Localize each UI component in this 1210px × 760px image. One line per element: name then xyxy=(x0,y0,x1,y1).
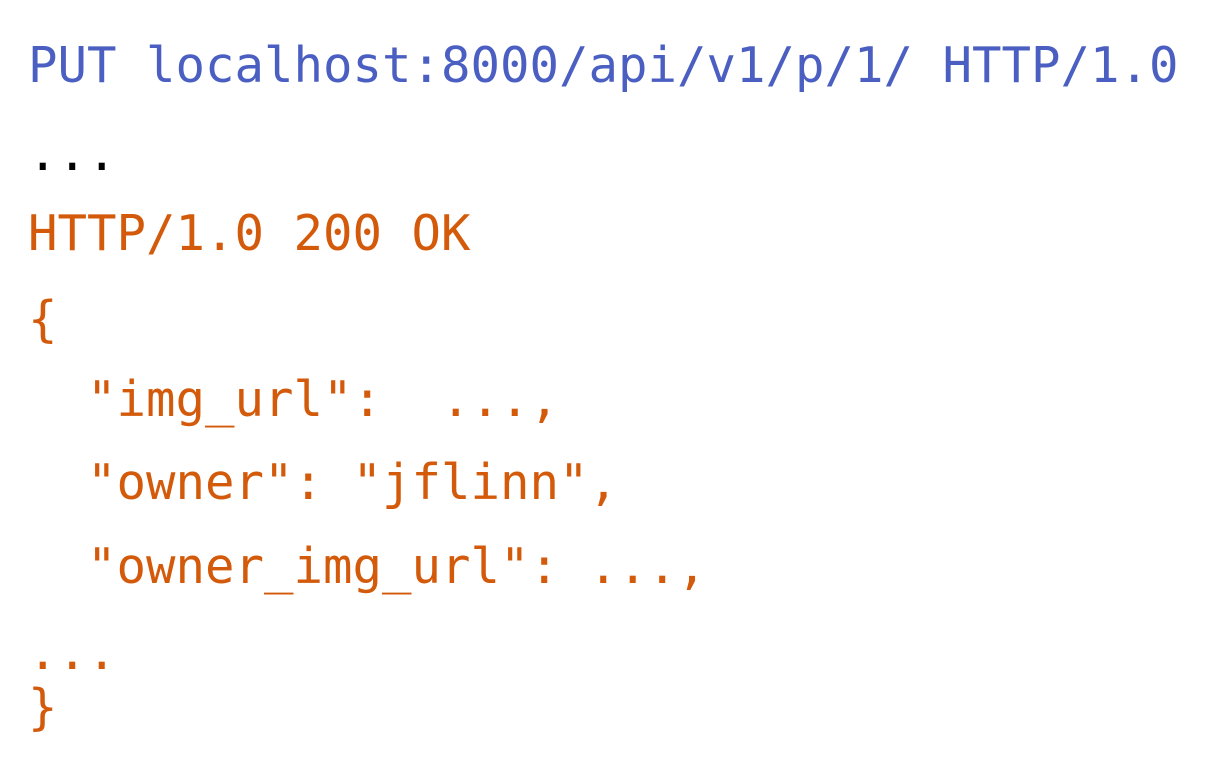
http-exchange-code-block: PUT localhost:8000/api/v1/p/1/ HTTP/1.0 … xyxy=(0,0,1210,760)
json-field-img-url: "img_url": ..., xyxy=(28,371,560,428)
request-elided-ellipsis: ... xyxy=(28,125,117,182)
json-field-owner: "owner": "jflinn", xyxy=(28,454,619,511)
json-field-owner-img-url: "owner_img_url": ..., xyxy=(28,538,707,595)
request-line: PUT localhost:8000/api/v1/p/1/ HTTP/1.0 xyxy=(28,37,1179,94)
json-close-brace: } xyxy=(28,679,58,736)
json-open-brace: { xyxy=(28,291,58,348)
response-status-line: HTTP/1.0 200 OK xyxy=(28,205,471,262)
response-elided-ellipsis: ... xyxy=(28,624,117,681)
